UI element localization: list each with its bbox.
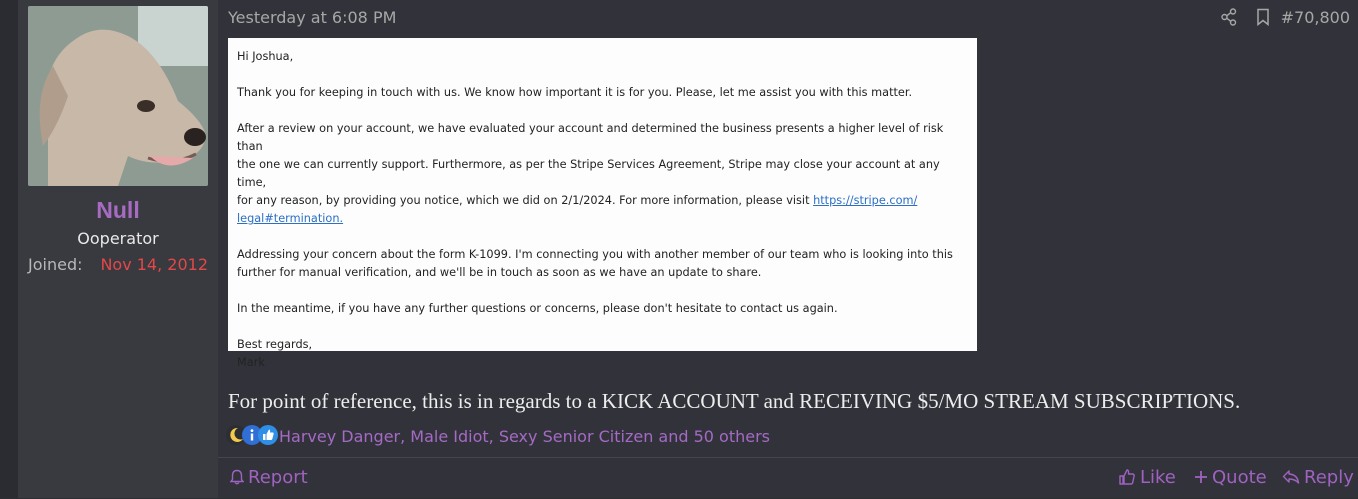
email-link-part-1: https://stripe.com/ bbox=[813, 194, 918, 207]
email-link-part-2: legal#termination. bbox=[237, 212, 344, 225]
post-number[interactable]: #70,800 bbox=[1281, 8, 1350, 27]
like-button[interactable]: Like bbox=[1118, 466, 1176, 488]
email-para-4: In the meantime, if you have any further… bbox=[237, 302, 838, 315]
email-para-2-line-3: for any reason, by providing you notice,… bbox=[237, 194, 814, 207]
email-para-2-line-1: After a review on your account, we have … bbox=[237, 122, 944, 153]
email-para-2-line-2: the one we can currently support. Furthe… bbox=[237, 158, 940, 189]
joined-label: Joined: bbox=[28, 255, 83, 274]
reply-arrow-icon bbox=[1282, 470, 1300, 484]
forum-post: Null Ooperator Joined: Nov 14, 2012 Yest… bbox=[0, 0, 1358, 498]
user-title: Ooperator bbox=[77, 229, 159, 248]
email-greeting: Hi Joshua, bbox=[237, 50, 294, 63]
reply-button[interactable]: Reply bbox=[1282, 466, 1354, 488]
post-body: For point of reference, this is in regar… bbox=[228, 389, 1241, 413]
report-button[interactable]: Report bbox=[230, 466, 308, 488]
report-label: Report bbox=[248, 466, 308, 488]
email-signoff: Best regards, bbox=[237, 338, 313, 351]
email-para-1: Thank you for keeping in touch with us. … bbox=[237, 86, 913, 99]
email-para-3-line-1: Addressing your concern about the form K… bbox=[237, 248, 953, 261]
email-para-2: After a review on your account, we have … bbox=[237, 120, 968, 228]
username[interactable]: Null bbox=[18, 197, 218, 224]
thumbs-up-icon bbox=[258, 425, 278, 445]
email-signature: Mark bbox=[237, 356, 265, 369]
email-para-3: Addressing your concern about the form K… bbox=[237, 246, 968, 282]
post-main: Yesterday at 6:08 PM #70,800 Hi Joshua, … bbox=[218, 0, 1358, 498]
email-para-3-line-2: further for manual verification, and we'… bbox=[237, 266, 762, 279]
user-info-panel: Null Ooperator Joined: Nov 14, 2012 bbox=[18, 0, 218, 498]
joined-date: Nov 14, 2012 bbox=[100, 255, 208, 274]
bell-icon bbox=[230, 469, 244, 485]
email-screenshot: Hi Joshua, Thank you for keeping in touc… bbox=[228, 38, 977, 369]
quote-label: Quote bbox=[1212, 466, 1267, 488]
share-icon[interactable] bbox=[1220, 8, 1238, 26]
dog-avatar-image bbox=[28, 6, 208, 186]
quote-button[interactable]: Quote bbox=[1194, 466, 1267, 488]
thumbs-up-outline-icon bbox=[1119, 469, 1135, 485]
like-label: Like bbox=[1140, 466, 1176, 488]
bookmark-icon[interactable] bbox=[1256, 8, 1270, 26]
email-signoff-block: Best regards, Mark bbox=[237, 336, 968, 372]
post-timestamp[interactable]: Yesterday at 6:08 PM bbox=[228, 8, 396, 27]
left-gutter bbox=[0, 0, 18, 498]
plus-icon bbox=[1195, 471, 1207, 483]
post-footer: Report Like Quote Reply bbox=[218, 457, 1358, 499]
reaction-names[interactable]: Harvey Danger, Male Idiot, Sexy Senior C… bbox=[279, 427, 770, 446]
reply-label: Reply bbox=[1304, 466, 1354, 488]
user-avatar[interactable] bbox=[28, 6, 208, 186]
